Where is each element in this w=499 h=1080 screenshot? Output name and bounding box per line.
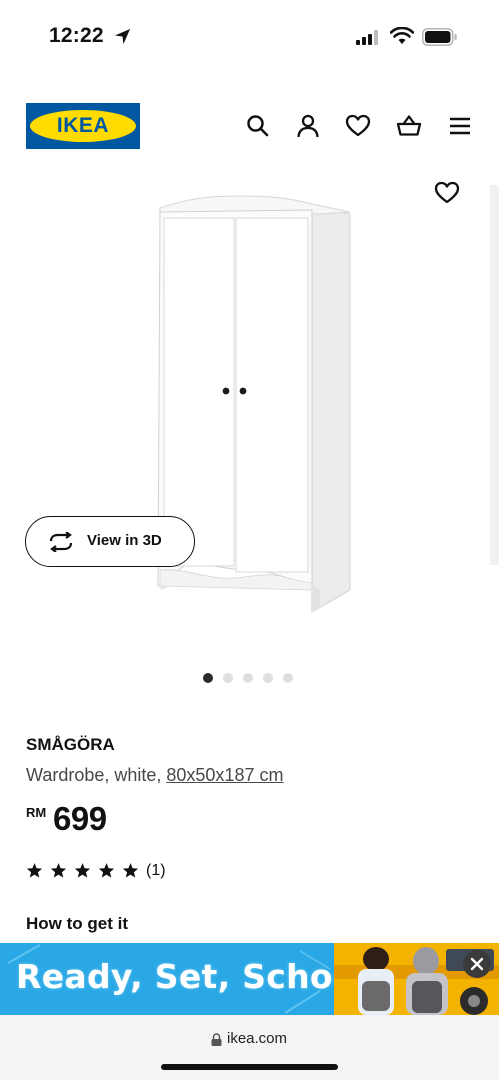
how-to-get-it-heading: How to get it xyxy=(26,914,128,933)
star-icon xyxy=(74,863,91,878)
carousel-dot[interactable] xyxy=(283,673,293,683)
cellular-signal-icon xyxy=(356,30,378,45)
close-icon xyxy=(470,957,484,971)
account-icon[interactable] xyxy=(295,113,321,139)
product-favourite-icon[interactable] xyxy=(434,180,460,206)
star-icon xyxy=(98,863,115,878)
product-type: Wardrobe, white, xyxy=(26,765,167,785)
carousel-dot[interactable] xyxy=(263,673,273,683)
favourites-icon[interactable] xyxy=(345,113,371,139)
search-icon[interactable] xyxy=(245,113,271,139)
star-icon xyxy=(26,863,43,878)
banner-close-button[interactable] xyxy=(463,950,491,978)
carousel-dot[interactable] xyxy=(243,673,253,683)
rotate-3d-icon xyxy=(49,532,73,552)
product-dimensions-link[interactable]: 80x50x187 cm xyxy=(166,765,283,785)
status-bar: 12:22 xyxy=(0,0,499,75)
product-description: Wardrobe, white, 80x50x187 cm xyxy=(26,765,283,786)
url-text: ikea.com xyxy=(227,1030,288,1047)
location-arrow-icon xyxy=(114,28,131,45)
price-currency: RM xyxy=(26,805,47,820)
star-icon xyxy=(50,863,67,878)
status-time: 12:22 xyxy=(49,24,104,47)
product-name: SMÅGÖRA xyxy=(26,735,115,754)
next-image-peek xyxy=(490,185,499,565)
star-icon xyxy=(122,863,139,878)
home-indicator[interactable] xyxy=(161,1064,338,1070)
lock-icon xyxy=(211,1033,222,1046)
ikea-logo[interactable]: IKEA xyxy=(26,103,140,149)
review-count[interactable]: (1) xyxy=(146,862,166,880)
menu-icon[interactable] xyxy=(447,113,473,139)
logo-oval: IKEA xyxy=(30,110,136,142)
carousel-dot[interactable] xyxy=(203,673,213,683)
site-header: IKEA xyxy=(0,95,499,155)
ad-banner[interactable]: Ready, Set, School! xyxy=(0,943,499,1015)
battery-icon xyxy=(422,28,457,46)
basket-icon[interactable] xyxy=(396,113,422,139)
wifi-icon xyxy=(390,27,414,44)
view-in-3d-button[interactable]: View in 3D xyxy=(25,516,195,567)
price-amount: 699 xyxy=(53,800,107,837)
carousel-dot[interactable] xyxy=(223,673,233,683)
view-in-3d-label: View in 3D xyxy=(87,532,162,549)
browser-address-bar[interactable]: ikea.com xyxy=(0,1015,499,1080)
banner-headline: Ready, Set, School! xyxy=(16,957,383,996)
logo-text: IKEA xyxy=(56,114,110,137)
